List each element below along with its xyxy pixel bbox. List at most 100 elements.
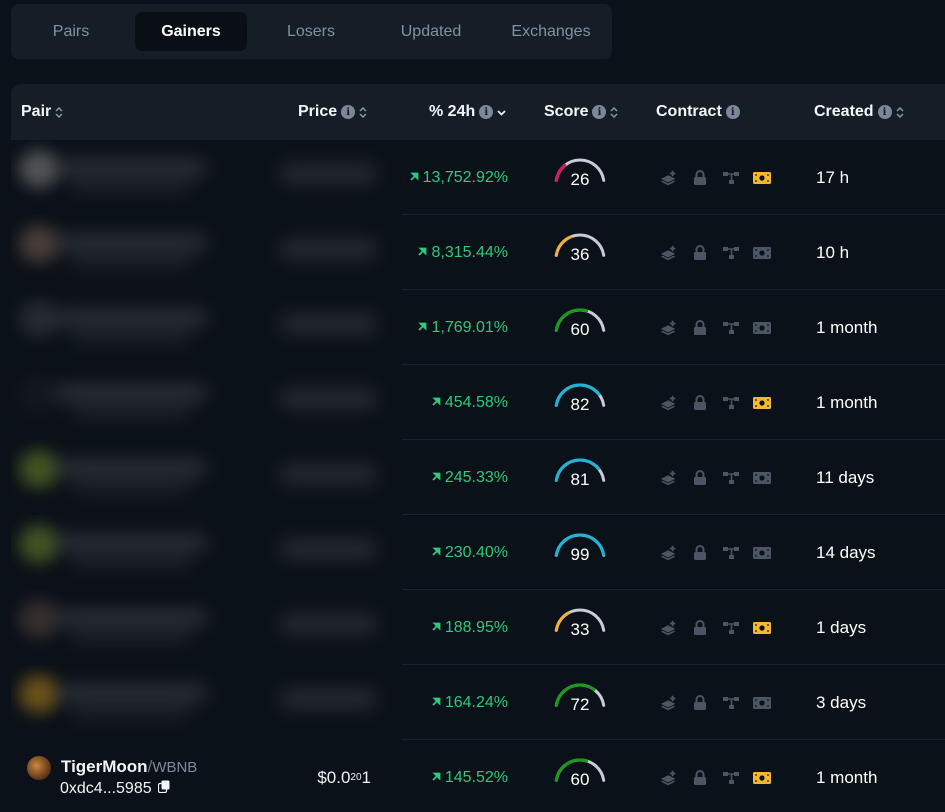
redacted-price	[281, 239, 376, 259]
table-row[interactable]: 164.24% 72 3 days	[0, 665, 945, 740]
change-value: 454.58%	[444, 393, 508, 411]
score-gauge: 82	[548, 375, 612, 425]
layers-plus-icon[interactable]	[660, 244, 678, 262]
column-label: Pair	[21, 103, 52, 120]
lock-icon[interactable]	[691, 769, 709, 787]
table-row[interactable]: TigerMoon/WBNB 0xdc4...5985 $0.0 20 1 145.52%…	[0, 740, 945, 812]
hierarchy-icon[interactable]	[722, 694, 740, 712]
tab-gainers[interactable]: Gainers	[135, 12, 247, 51]
money-icon[interactable]	[753, 619, 771, 637]
hierarchy-icon[interactable]	[722, 469, 740, 487]
score-gauge: 99	[548, 525, 612, 575]
redacted-avatar	[19, 150, 59, 188]
lock-icon[interactable]	[691, 394, 709, 412]
layers-plus-icon[interactable]	[660, 694, 678, 712]
sort-icon[interactable]	[359, 105, 367, 119]
layers-plus-icon[interactable]	[660, 169, 678, 187]
column-header-created[interactable]: Created i	[814, 84, 904, 140]
arrow-up-right-icon	[418, 247, 427, 259]
redacted-pair-address	[71, 330, 191, 342]
change-24h: 1,769.01%	[418, 290, 508, 365]
lock-icon[interactable]	[691, 544, 709, 562]
sort-icon[interactable]	[610, 105, 618, 119]
lock-icon[interactable]	[691, 694, 709, 712]
created-age: 10 h	[816, 242, 850, 262]
layers-plus-icon[interactable]	[660, 319, 678, 337]
price-digits: 1	[361, 767, 371, 787]
hierarchy-icon[interactable]	[722, 619, 740, 637]
table-row[interactable]: 245.33% 81 11 days	[0, 440, 945, 515]
chevron-down-icon[interactable]	[497, 105, 506, 119]
column-header-price[interactable]: Price i	[298, 84, 367, 140]
hierarchy-icon[interactable]	[722, 169, 740, 187]
redacted-price	[281, 314, 376, 334]
info-icon[interactable]: i	[592, 105, 607, 119]
lock-icon[interactable]	[691, 169, 709, 187]
lock-icon[interactable]	[691, 619, 709, 637]
tab-exchanges[interactable]: Exchanges	[495, 12, 607, 51]
change-value: 230.40%	[444, 543, 508, 561]
money-icon[interactable]	[753, 769, 771, 787]
redacted-pair-info	[11, 515, 391, 590]
price-value: $0.0 20 1	[317, 740, 371, 812]
layers-plus-icon[interactable]	[660, 469, 678, 487]
copy-icon[interactable]	[157, 780, 170, 798]
redacted-pair-info	[11, 215, 391, 290]
table-row[interactable]: 454.58% 82 1 month	[0, 365, 945, 440]
layers-plus-icon[interactable]	[660, 544, 678, 562]
info-icon[interactable]: i	[725, 105, 740, 119]
change-value: 8,315.44%	[431, 243, 508, 261]
tab-losers[interactable]: Losers	[255, 12, 367, 51]
money-icon[interactable]	[753, 319, 771, 337]
hierarchy-icon[interactable]	[722, 544, 740, 562]
lock-icon[interactable]	[691, 319, 709, 337]
column-header-change[interactable]: % 24h i	[429, 84, 506, 140]
table-row[interactable]: 8,315.44% 36 10 h	[0, 215, 945, 290]
redacted-pair-address	[71, 705, 191, 717]
hierarchy-icon[interactable]	[722, 394, 740, 412]
info-icon[interactable]: i	[341, 105, 356, 119]
hierarchy-icon[interactable]	[722, 769, 740, 787]
table-row[interactable]: 1,769.01% 60 1 month	[0, 290, 945, 365]
arrow-up-right-icon	[432, 697, 441, 709]
layers-plus-icon[interactable]	[660, 394, 678, 412]
money-icon[interactable]	[753, 544, 771, 562]
created-age: 11 days	[816, 467, 875, 487]
created-age: 1 month	[816, 767, 878, 787]
tab-pairs[interactable]: Pairs	[15, 12, 127, 51]
score-value: 81	[570, 470, 590, 489]
sort-icon[interactable]	[896, 105, 904, 119]
pair-name[interactable]: TigerMoon/WBNB	[61, 757, 197, 777]
redacted-price	[281, 464, 376, 484]
info-icon[interactable]: i	[877, 105, 892, 119]
hierarchy-icon[interactable]	[722, 244, 740, 262]
money-icon[interactable]	[753, 694, 771, 712]
column-header-pair[interactable]: Pair	[21, 84, 63, 140]
hierarchy-icon[interactable]	[722, 319, 740, 337]
tab-updated[interactable]: Updated	[375, 12, 487, 51]
change-value: 13,752.92%	[422, 168, 508, 186]
sort-icon[interactable]	[55, 105, 63, 119]
money-icon[interactable]	[753, 169, 771, 187]
layers-plus-icon[interactable]	[660, 769, 678, 787]
column-header-score[interactable]: Score i	[544, 84, 618, 140]
redacted-pair-info	[11, 290, 391, 365]
money-icon[interactable]	[753, 394, 771, 412]
price-zero-count: 20	[350, 772, 362, 783]
redacted-pair-address	[71, 630, 191, 642]
table-row[interactable]: 230.40% 99 14 days	[0, 515, 945, 590]
table-row[interactable]: 188.95% 33 1 days	[0, 590, 945, 665]
info-icon[interactable]: i	[479, 105, 494, 119]
lock-icon[interactable]	[691, 469, 709, 487]
arrow-up-right-icon	[432, 472, 441, 484]
layers-plus-icon[interactable]	[660, 619, 678, 637]
score-gauge: 60	[548, 750, 612, 800]
redacted-price	[281, 539, 376, 559]
money-icon[interactable]	[753, 244, 771, 262]
money-icon[interactable]	[753, 469, 771, 487]
table-row[interactable]: 13,752.92% 26 17 h	[0, 140, 945, 215]
created-age: 17 h	[816, 167, 850, 187]
change-value: 145.52%	[444, 768, 508, 786]
arrow-up-right-icon	[432, 772, 441, 784]
lock-icon[interactable]	[691, 244, 709, 262]
